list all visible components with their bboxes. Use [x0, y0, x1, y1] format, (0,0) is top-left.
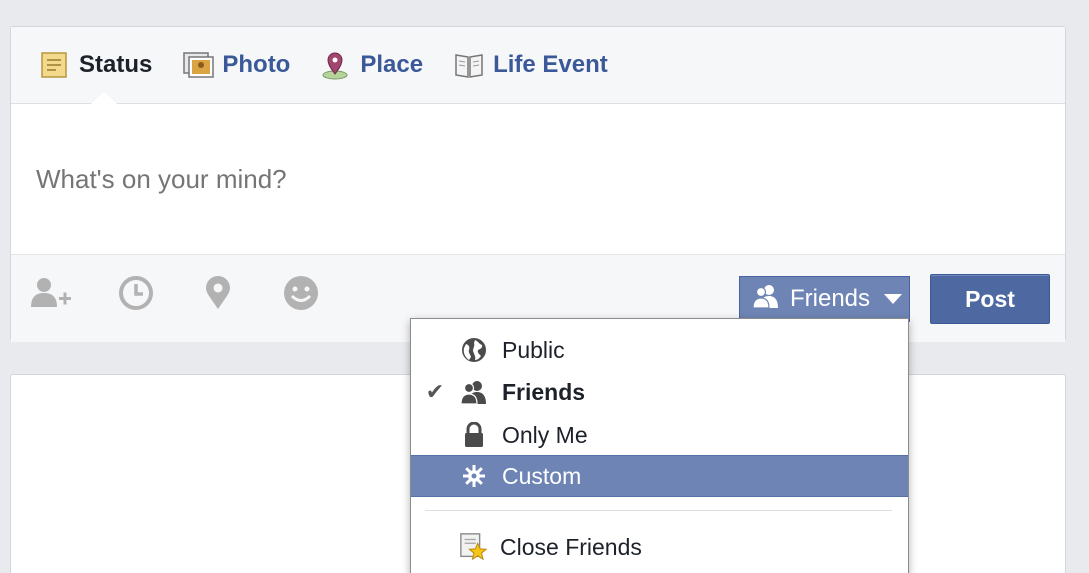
composer-tabs: Status Photo Place Life Event	[11, 27, 1065, 104]
tag-friends-icon	[29, 275, 73, 316]
status-note-icon	[39, 50, 69, 80]
audience-label: Friends	[790, 285, 871, 312]
post-button[interactable]: Post	[930, 274, 1050, 324]
lock-icon	[459, 420, 489, 450]
audience-option-friends[interactable]: ✔ Friends	[411, 371, 908, 413]
audience-option-label: Close Friends	[500, 533, 642, 560]
tab-life-event-label: Life Event	[493, 51, 608, 78]
tab-place-label: Place	[360, 51, 424, 78]
tab-place[interactable]: Place	[320, 50, 423, 80]
friends-icon	[459, 377, 489, 407]
audience-option-public[interactable]: Public	[411, 329, 908, 371]
feeling-button[interactable]	[281, 275, 321, 315]
tag-friends-button[interactable]	[31, 275, 71, 315]
life-event-book-icon	[453, 50, 483, 80]
menu-divider	[425, 510, 892, 511]
audience-option-label: Friends	[502, 378, 586, 405]
place-pin-icon	[320, 50, 350, 80]
close-friends-star-icon	[459, 532, 489, 562]
tab-photo[interactable]: Photo	[182, 50, 290, 80]
checkmark-icon: ✔	[425, 379, 445, 404]
globe-icon	[459, 335, 489, 365]
check-in-button[interactable]	[198, 275, 238, 315]
status-composer: Status Photo Place Life Event What's on …	[10, 26, 1066, 342]
status-input[interactable]	[11, 104, 1065, 254]
clock-icon	[118, 275, 154, 316]
smiley-icon	[282, 274, 320, 317]
tab-life-event[interactable]: Life Event	[453, 50, 608, 80]
tab-status[interactable]: Status	[39, 50, 152, 80]
audience-option-custom[interactable]: Custom	[411, 455, 908, 497]
audience-option-label: Only Me	[502, 421, 588, 448]
audience-option-close-friends[interactable]: Close Friends	[411, 526, 908, 568]
location-pin-icon	[203, 275, 233, 316]
audience-option-label: Custom	[502, 462, 582, 489]
audience-menu: Public ✔ Friends Only Me Custom Close Fr…	[410, 318, 909, 573]
active-tab-caret	[90, 91, 118, 104]
gear-icon	[459, 461, 489, 491]
chevron-down-icon	[884, 294, 903, 304]
photo-icon	[182, 50, 215, 80]
audience-option-label: Public	[502, 336, 565, 363]
audience-selector-button[interactable]: Friends	[739, 276, 910, 322]
audience-option-only-me[interactable]: Only Me	[411, 414, 908, 456]
schedule-button[interactable]	[116, 275, 156, 315]
tab-photo-label: Photo	[222, 51, 291, 78]
friends-icon	[752, 283, 780, 316]
tab-status-label: Status	[79, 51, 153, 78]
